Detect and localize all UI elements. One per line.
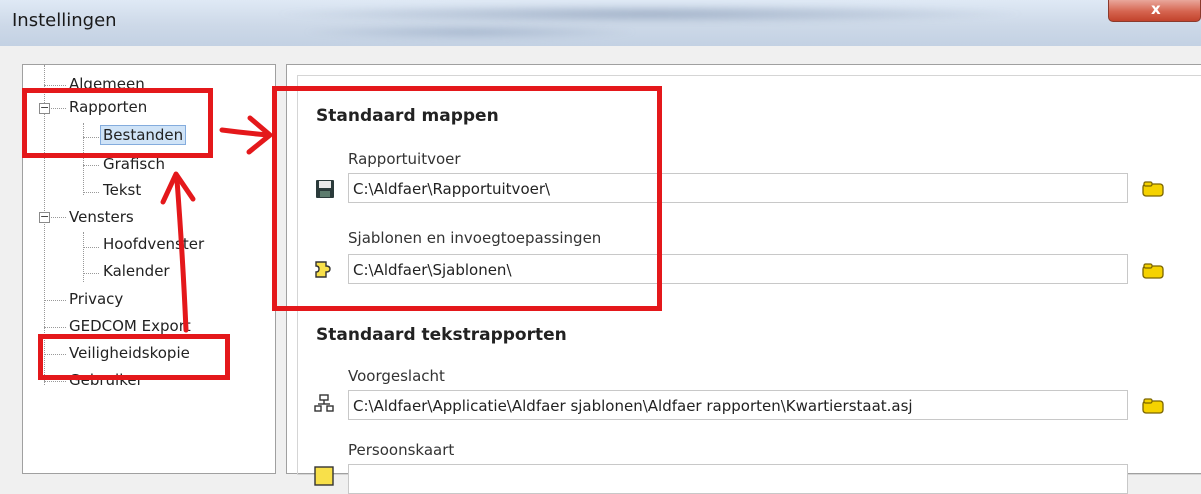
annotation-arrows [160, 115, 273, 333]
annotation-arrow-up [174, 177, 189, 333]
annotation-arrow-right [219, 127, 271, 138]
